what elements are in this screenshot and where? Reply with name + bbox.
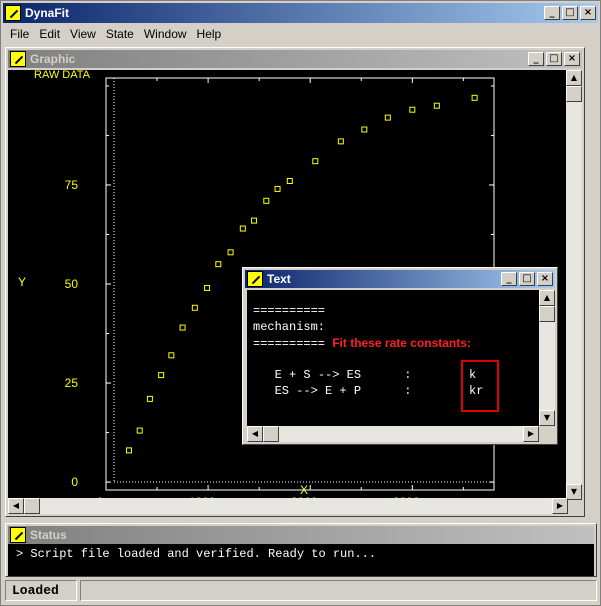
menu-state[interactable]: State <box>101 27 139 41</box>
graphic-title: Graphic <box>30 52 76 66</box>
raw-data-label: RAW DATA <box>34 70 91 81</box>
menu-bar: File Edit View State Window Help <box>3 24 598 43</box>
data-point <box>361 126 368 133</box>
status-panel-state: Loaded <box>5 580 77 601</box>
data-point <box>286 178 293 184</box>
menu-view[interactable]: View <box>65 27 101 41</box>
data-point <box>433 102 440 109</box>
minimize-button[interactable]: _ <box>544 6 560 20</box>
scroll-up-icon[interactable]: ▲ <box>566 70 582 86</box>
graphic-vertical-scrollbar[interactable]: ▲ ▼ <box>566 70 582 500</box>
scroll-left-icon[interactable]: ◀ <box>8 498 24 514</box>
graphic-minimize-button[interactable]: _ <box>528 52 544 66</box>
horizontal-scroll-thumb[interactable] <box>24 498 40 514</box>
graphic-close-button[interactable]: × <box>564 52 580 66</box>
text-minimize-button[interactable]: _ <box>501 272 517 286</box>
app-title: DynaFit <box>25 6 70 20</box>
data-point <box>239 225 246 232</box>
maximize-button[interactable]: □ <box>562 6 578 20</box>
text-close-button[interactable]: × <box>537 272 553 286</box>
fit-rate-constants-note: Fit these rate constants: <box>332 336 471 350</box>
separator-with-note: ========== Fit these rate constants: <box>253 336 539 352</box>
status-panel-info <box>80 580 597 601</box>
dynafit-window: DynaFit _ □ × File Edit View State Windo… <box>0 0 601 606</box>
menu-window[interactable]: Window <box>139 27 192 41</box>
app-titlebar[interactable]: DynaFit _ □ × <box>3 3 598 23</box>
mechanism-heading: mechanism: <box>253 320 326 334</box>
data-point <box>251 217 258 224</box>
dynafit-logo-icon <box>5 5 21 21</box>
data-point <box>158 372 165 379</box>
status-bar: Loaded <box>5 580 597 602</box>
text-horizontal-scrollbar[interactable]: ◀ ▶ <box>247 426 539 442</box>
graphic-horizontal-scrollbar[interactable]: ◀ ▶ <box>8 498 568 514</box>
vertical-scroll-thumb[interactable] <box>566 86 582 102</box>
scroll-left-icon[interactable]: ◀ <box>247 426 263 442</box>
data-point <box>337 138 344 145</box>
status-window-icon <box>10 527 26 543</box>
status-titlebar[interactable]: Status <box>8 526 594 544</box>
graphic-titlebar[interactable]: Graphic _ □ × <box>8 50 582 68</box>
y-tick-label: 0 <box>71 475 78 489</box>
graphic-maximize-button[interactable]: □ <box>546 52 562 66</box>
y-axis-label: Y <box>18 275 26 289</box>
text-vertical-scrollbar[interactable]: ▲ ▼ <box>539 290 555 426</box>
status-title: Status <box>30 528 67 542</box>
data-point <box>146 395 153 402</box>
data-point <box>471 94 478 101</box>
data-point <box>204 284 211 291</box>
y-tick-label: 25 <box>65 376 79 390</box>
text-window-icon <box>247 271 263 287</box>
data-point <box>168 352 175 359</box>
data-point <box>384 114 391 121</box>
data-point <box>136 427 143 434</box>
text-titlebar[interactable]: Text _ □ × <box>245 270 555 288</box>
y-tick-label: 75 <box>65 178 79 192</box>
data-point <box>227 249 234 256</box>
status-message: > Script file loaded and verified. Ready… <box>8 544 594 576</box>
graphic-window-icon <box>10 51 26 67</box>
text-maximize-button[interactable]: □ <box>519 272 535 286</box>
vertical-scroll-thumb[interactable] <box>539 306 555 322</box>
data-point <box>125 447 132 454</box>
text-content[interactable]: ========== mechanism: ========== Fit the… <box>247 290 539 426</box>
data-point <box>215 261 222 268</box>
status-window: Status > Script file loaded and verified… <box>5 523 597 577</box>
rate-constant-highlight <box>461 360 499 412</box>
text-window: Text _ □ × ========== mechanism: =======… <box>242 267 558 445</box>
data-point <box>263 197 270 204</box>
scroll-down-icon[interactable]: ▼ <box>566 484 582 500</box>
scroll-right-icon[interactable]: ▶ <box>552 498 568 514</box>
data-point <box>179 324 186 331</box>
scroll-right-icon[interactable]: ▶ <box>523 426 539 442</box>
close-button[interactable]: × <box>580 6 596 20</box>
separator-line: ========== <box>253 304 326 318</box>
scroll-down-icon[interactable]: ▼ <box>539 410 555 426</box>
y-tick-label: 50 <box>65 277 79 291</box>
scroll-up-icon[interactable]: ▲ <box>539 290 555 306</box>
data-point <box>409 106 416 113</box>
menu-edit[interactable]: Edit <box>34 27 65 41</box>
data-point <box>312 158 319 165</box>
data-point <box>274 185 281 192</box>
menu-help[interactable]: Help <box>192 27 227 41</box>
separator-line: ========== <box>253 337 326 351</box>
menu-file[interactable]: File <box>5 27 34 41</box>
text-title: Text <box>267 272 291 286</box>
horizontal-scroll-thumb[interactable] <box>263 426 279 442</box>
data-point <box>191 304 198 311</box>
